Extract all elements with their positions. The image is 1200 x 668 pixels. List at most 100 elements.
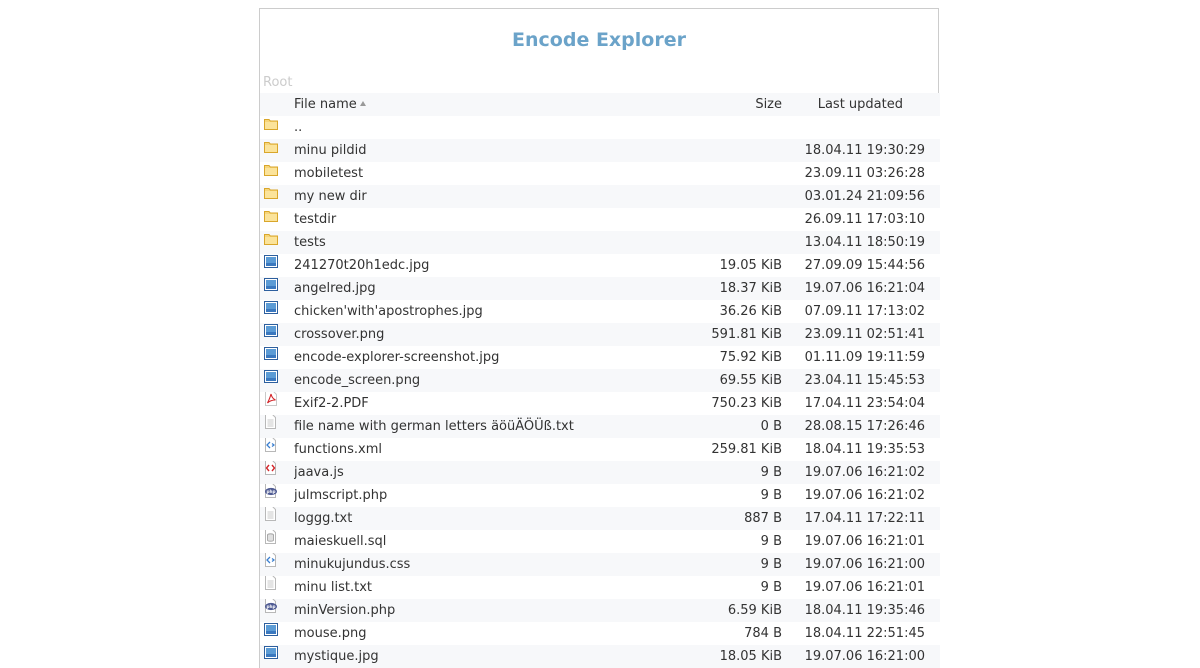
file-size-cell: 259.81 KiB [711, 442, 782, 457]
table-row[interactable]: jaava.js 9 B 19.07.06 16:21:02 [260, 461, 940, 484]
file-name-link[interactable]: minukujundus.css [294, 557, 410, 572]
sort-by-size-link[interactable]: Size [755, 97, 782, 112]
file-name-link[interactable]: .. [294, 120, 302, 135]
column-header-name[interactable]: File name [294, 93, 694, 116]
file-name-link[interactable]: encode-explorer-screenshot.jpg [294, 350, 499, 365]
column-header-date[interactable]: Last updated [782, 93, 940, 116]
file-name-link[interactable]: jaava.js [294, 465, 344, 480]
app-title[interactable]: Encode Explorer [260, 29, 938, 51]
file-icon-cell [260, 553, 294, 576]
file-date-cell: 19.07.06 16:21:02 [804, 488, 925, 503]
file-name-link[interactable]: angelred.jpg [294, 281, 376, 296]
markup-file-icon [264, 438, 277, 460]
table-row[interactable]: my new dir 03.01.24 21:09:56 [260, 185, 940, 208]
file-name-link[interactable]: functions.xml [294, 442, 382, 457]
folder-icon [264, 185, 278, 207]
file-name-link[interactable]: testdir [294, 212, 336, 227]
table-row[interactable]: tests 13.04.11 18:50:19 [260, 231, 940, 254]
table-row[interactable]: chicken'with'apostrophes.jpg 36.26 KiB 07.… [260, 300, 940, 323]
file-name-cell: functions.xml [294, 438, 694, 461]
file-size-cell [694, 139, 782, 162]
table-row[interactable]: php julmscript.php 9 B 19.07.06 16:21:02 [260, 484, 940, 507]
file-icon-cell [260, 208, 294, 231]
table-row[interactable]: angelred.jpg 18.37 KiB 19.07.06 16:21:04 [260, 277, 940, 300]
table-row[interactable]: minukujundus.css 9 B 19.07.06 16:21:00 [260, 553, 940, 576]
file-name-link[interactable]: minVersion.php [294, 603, 395, 618]
file-icon-cell [260, 438, 294, 461]
file-name-link[interactable]: loggg.txt [294, 511, 352, 526]
table-row[interactable]: maieskuell.sql 9 B 19.07.06 16:21:01 [260, 530, 940, 553]
table-row[interactable]: crossover.png 591.81 KiB 23.09.11 02:51:41 [260, 323, 940, 346]
file-name-link[interactable]: file name with german letters äöüÄÖÜß.tx… [294, 419, 574, 434]
file-icon-cell [260, 162, 294, 185]
file-name-link[interactable]: julmscript.php [294, 488, 387, 503]
file-date-cell: 13.04.11 18:50:19 [804, 235, 925, 250]
sort-by-name-link[interactable]: File name [294, 97, 357, 112]
file-name-link[interactable]: chicken'with'apostrophes.jpg [294, 304, 483, 319]
table-row[interactable]: .. [260, 116, 940, 139]
folder-icon [264, 139, 278, 161]
file-size-cell: 69.55 KiB [719, 373, 782, 388]
file-date-cell: 18.04.11 19:35:53 [804, 442, 925, 457]
file-icon-cell [260, 300, 294, 323]
file-name-link[interactable]: encode_screen.png [294, 373, 420, 388]
file-name-link[interactable]: maieskuell.sql [294, 534, 386, 549]
table-row[interactable]: encode_screen.png 69.55 KiB 23.04.11 15:45… [260, 369, 940, 392]
table-header-row: File name Size Last updated [260, 93, 940, 116]
file-icon-cell [260, 369, 294, 392]
file-size-cell: 591.81 KiB [711, 327, 782, 342]
table-row[interactable]: mouse.png 784 B 18.04.11 22:51:45 [260, 622, 940, 645]
file-size-cell: 6.59 KiB [727, 603, 782, 618]
file-name-link[interactable]: 241270t20h1edc.jpg [294, 258, 429, 273]
table-row[interactable]: file name with german letters äöüÄÖÜß.tx… [260, 415, 940, 438]
table-row[interactable]: 241270t20h1edc.jpg 19.05 KiB 27.09.09 15:4… [260, 254, 940, 277]
file-name-cell: 241270t20h1edc.jpg [294, 254, 694, 277]
table-row[interactable]: mobiletest 23.09.11 03:26:28 [260, 162, 940, 185]
image-file-icon [264, 369, 278, 391]
file-size-cell: 36.26 KiB [719, 304, 782, 319]
markup-file-icon [264, 553, 277, 575]
file-icon-cell [260, 622, 294, 645]
file-date-cell: 03.01.24 21:09:56 [804, 189, 925, 204]
table-row[interactable]: testdir 26.09.11 17:03:10 [260, 208, 940, 231]
file-name-cell: minVersion.php [294, 599, 694, 622]
file-name-link[interactable]: Exif2-2.PDF [294, 396, 369, 411]
file-name-link[interactable]: minu pildid [294, 143, 366, 158]
file-name-cell: tests [294, 231, 694, 254]
table-row[interactable]: Exif2-2.PDF 750.23 KiB 17.04.11 23:54:04 [260, 392, 940, 415]
table-row[interactable]: encode-explorer-screenshot.jpg 75.92 KiB 0… [260, 346, 940, 369]
table-row[interactable]: minu pildid 18.04.11 19:30:29 [260, 139, 940, 162]
header-icon-cell [260, 93, 294, 116]
file-name-link[interactable]: tests [294, 235, 326, 250]
file-name-cell: julmscript.php [294, 484, 694, 507]
sort-by-date-link[interactable]: Last updated [818, 97, 903, 112]
file-icon-cell [260, 139, 294, 162]
file-icon-cell: php [260, 599, 294, 622]
image-file-icon [264, 277, 278, 299]
file-name-link[interactable]: mobiletest [294, 166, 363, 181]
file-icon-cell [260, 461, 294, 484]
folder-icon [264, 231, 278, 253]
script-file-icon [264, 461, 277, 483]
file-date-cell: 19.07.06 16:21:00 [804, 557, 925, 572]
file-icon-cell [260, 346, 294, 369]
folder-icon [264, 116, 278, 138]
breadcrumb-root[interactable]: Root [263, 75, 292, 90]
file-name-cell: angelred.jpg [294, 277, 694, 300]
table-row[interactable]: php minVersion.php 6.59 KiB 18.04.11 19:35:… [260, 599, 940, 622]
file-name-link[interactable]: mouse.png [294, 626, 367, 641]
file-size-cell: 19.05 KiB [719, 258, 782, 273]
column-header-size[interactable]: Size [694, 93, 782, 116]
table-row[interactable]: minu list.txt 9 B 19.07.06 16:21:01 [260, 576, 940, 599]
folder-icon [264, 162, 278, 184]
file-name-link[interactable]: minu list.txt [294, 580, 372, 595]
table-row[interactable]: functions.xml 259.81 KiB 18.04.11 19:35:53 [260, 438, 940, 461]
file-name-link[interactable]: my new dir [294, 189, 367, 204]
svg-text:php: php [267, 489, 276, 494]
file-size-cell: 0 B [760, 419, 782, 434]
file-date-cell: 23.04.11 15:45:53 [804, 373, 925, 388]
file-size-cell [694, 185, 782, 208]
file-name-link[interactable]: crossover.png [294, 327, 384, 342]
file-size-cell [694, 116, 782, 139]
table-row[interactable]: loggg.txt 887 B 17.04.11 17:22:11 [260, 507, 940, 530]
